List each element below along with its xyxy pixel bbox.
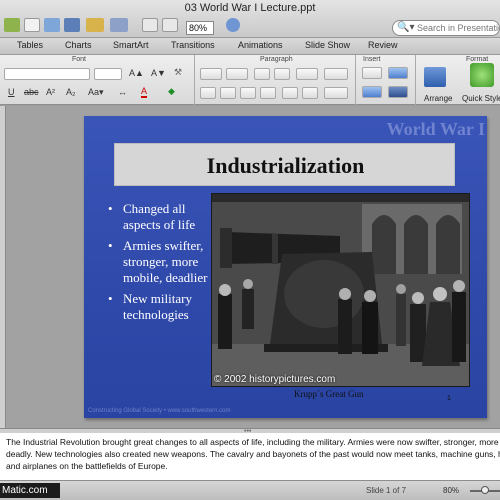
- zoom-slider-handle[interactable]: [481, 486, 489, 494]
- group-label-insert: Insert: [363, 56, 381, 63]
- group-label-paragraph: Paragraph: [260, 56, 293, 63]
- sidebar-toggle-icon[interactable]: [4, 18, 20, 32]
- tab-tables[interactable]: Tables: [17, 40, 43, 50]
- notes-text[interactable]: The Industrial Revolution brought great …: [6, 436, 500, 472]
- notes-line: and airplanes on the battlefields of Eur…: [6, 461, 168, 471]
- engraving-illustration: [212, 194, 469, 386]
- align-left-button[interactable]: [200, 87, 216, 99]
- help-icon[interactable]: [226, 18, 240, 32]
- tab-transitions[interactable]: Transitions: [171, 40, 215, 50]
- group-divider: [415, 55, 416, 105]
- font-color-icon[interactable]: A: [141, 87, 148, 98]
- text-direction-button[interactable]: [282, 87, 298, 99]
- tab-slide-show[interactable]: Slide Show: [305, 40, 350, 50]
- bullet-text: New military technologies: [123, 291, 192, 322]
- bullet-list[interactable]: • Changed all aspects of life • Armies s…: [108, 201, 208, 328]
- arrange-icon[interactable]: [424, 67, 446, 87]
- slide[interactable]: World War I Industrialization • Changed …: [84, 116, 487, 418]
- window-title: 03 World War I Lecture.ppt: [184, 2, 316, 14]
- shape-button[interactable]: [388, 67, 408, 79]
- undo-icon[interactable]: [110, 18, 128, 32]
- line-spacing-button[interactable]: [296, 68, 318, 80]
- shrink-font-icon[interactable]: A▼: [151, 68, 166, 78]
- strikethrough-icon[interactable]: abc: [24, 87, 39, 97]
- status-bar: Matic.com Slide 1 of 7 80%: [0, 480, 500, 500]
- title-toolbar: 03 World War I Lecture.ppt 🔍▾: [0, 0, 500, 38]
- slide-footer: Constructing Global Society • www.southw…: [88, 408, 231, 414]
- slide-title[interactable]: Industrialization: [115, 153, 456, 179]
- justify-button[interactable]: [260, 87, 276, 99]
- align-center-button[interactable]: [220, 87, 236, 99]
- group-divider: [355, 55, 356, 105]
- notes-line: deadly. New technologies also created ne…: [6, 449, 500, 459]
- quick-styles-label[interactable]: Quick Styles: [462, 94, 500, 103]
- bullet-text: Armies swifter, stronger, more mobile, d…: [123, 238, 208, 285]
- notes-line: The Industrial Revolution brought great …: [6, 437, 500, 447]
- quick-styles-icon[interactable]: [470, 63, 494, 87]
- picture-button[interactable]: [362, 86, 382, 98]
- cannon-engraving-picture[interactable]: © 2002 historypictures.com: [211, 193, 470, 387]
- align-right-button[interactable]: [240, 87, 256, 99]
- insert-picture-icon[interactable]: [86, 18, 104, 32]
- notes-pane[interactable]: The Industrial Revolution brought great …: [0, 433, 500, 480]
- align-text-button[interactable]: [302, 87, 318, 99]
- text-box-button[interactable]: [362, 67, 382, 79]
- bullet-item[interactable]: • Changed all aspects of life: [108, 201, 208, 233]
- picture-credit: © 2002 historypictures.com: [214, 374, 336, 385]
- status-zoom: 80%: [443, 486, 460, 495]
- bullet-dot-icon: •: [108, 291, 113, 306]
- ribbon: Font Paragraph Insert Format A▲ A▼ ⚒ U a…: [0, 55, 500, 105]
- decrease-indent-button[interactable]: [254, 68, 270, 80]
- bullets-button[interactable]: [200, 68, 222, 80]
- clear-format-icon[interactable]: ⚒: [174, 67, 182, 78]
- picture-caption[interactable]: Krupp´s Great Gun: [294, 389, 363, 399]
- arrange-label[interactable]: Arrange: [424, 94, 452, 103]
- slide-count: Slide 1 of 7: [366, 486, 407, 495]
- slide-number: 1: [447, 395, 451, 402]
- format-icon[interactable]: [142, 18, 158, 32]
- slide-pane-edge[interactable]: [0, 106, 6, 428]
- bullet-item[interactable]: • New military technologies: [108, 291, 208, 323]
- font-size-select[interactable]: [94, 68, 122, 80]
- bullet-item[interactable]: • Armies swifter, stronger, more mobile,…: [108, 238, 208, 286]
- text-effects-icon[interactable]: ◆: [168, 86, 175, 97]
- watermark: Matic.com: [0, 483, 60, 498]
- media-button[interactable]: [388, 86, 408, 98]
- search-input[interactable]: [417, 22, 499, 34]
- slide-header[interactable]: World War I: [370, 119, 485, 140]
- tab-smartart[interactable]: SmartArt: [113, 40, 149, 50]
- bullet-dot-icon: •: [108, 238, 113, 253]
- convert-smartart-button[interactable]: [324, 87, 348, 99]
- superscript-icon[interactable]: A²: [46, 87, 55, 97]
- change-case-icon[interactable]: Aa▾: [88, 87, 104, 98]
- save-icon[interactable]: [64, 18, 80, 32]
- numbering-button[interactable]: [226, 68, 248, 80]
- tab-animations[interactable]: Animations: [238, 40, 283, 50]
- bullet-text: Changed all aspects of life: [123, 201, 196, 232]
- open-folder-icon[interactable]: [44, 18, 60, 32]
- search-icon: 🔍▾: [397, 22, 415, 33]
- tab-charts[interactable]: Charts: [65, 40, 92, 50]
- underline-icon[interactable]: U: [8, 87, 15, 97]
- gallery-icon[interactable]: [162, 18, 178, 32]
- ribbon-tabs: Tables Charts SmartArt Transitions Anima…: [0, 38, 500, 55]
- subscript-icon[interactable]: A₂: [66, 87, 76, 97]
- grow-font-icon[interactable]: A▲: [129, 68, 144, 78]
- character-spacing-icon[interactable]: ↔: [118, 87, 127, 97]
- group-label-format: Format: [466, 56, 489, 63]
- group-divider: [194, 55, 195, 105]
- tab-review[interactable]: Review: [368, 40, 398, 50]
- search-box[interactable]: 🔍▾: [392, 20, 500, 36]
- group-label-font: Font: [72, 56, 87, 63]
- new-document-icon[interactable]: [24, 18, 40, 32]
- bullet-dot-icon: •: [108, 201, 113, 216]
- font-name-select[interactable]: [4, 68, 90, 80]
- columns-button[interactable]: [324, 68, 348, 80]
- increase-indent-button[interactable]: [274, 68, 290, 80]
- zoom-field[interactable]: [186, 21, 214, 35]
- title-placeholder[interactable]: Industrialization: [114, 143, 455, 186]
